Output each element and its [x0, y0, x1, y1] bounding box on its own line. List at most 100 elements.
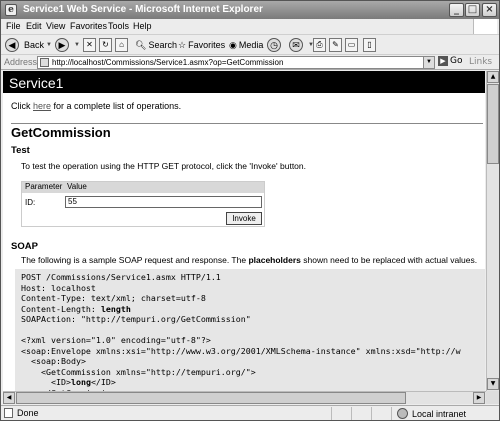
soap-description: The following is a sample SOAP request a… — [21, 255, 478, 265]
minimize-button[interactable]: _ — [449, 3, 464, 17]
parameter-column-header: Parameter — [25, 182, 63, 191]
invoke-button[interactable]: Invoke — [226, 212, 262, 225]
scroll-left-icon[interactable]: ◀ — [3, 392, 15, 404]
search-button[interactable]: 🔍︎ Search — [135, 37, 177, 53]
page-icon — [40, 58, 49, 67]
url-input[interactable]: http://localhost/Commissions/Service1.as… — [37, 56, 435, 69]
address-bar: Address http://localhost/Commissions/Ser… — [1, 55, 499, 70]
history-icon: ◷ — [267, 38, 281, 52]
horizontal-scrollbar[interactable]: ◀ ▶ — [3, 391, 486, 404]
star-icon: ☆ — [178, 39, 187, 50]
stop-button[interactable]: ✕ — [83, 37, 96, 53]
address-label: Address — [4, 57, 38, 67]
media-icon: ◉ — [229, 39, 237, 50]
mail-button[interactable]: ✉ ▼ — [289, 37, 314, 53]
menu-help[interactable]: Help — [133, 21, 152, 31]
id-label: ID: — [25, 198, 36, 207]
print-icon: ⎙ — [313, 38, 326, 52]
service-banner: Service1 — [3, 71, 485, 93]
edit-icon: ✎ — [329, 38, 342, 52]
mail-icon: ✉ — [289, 38, 303, 52]
status-separator — [371, 407, 372, 420]
status-separator — [331, 407, 332, 420]
edit-button[interactable]: ✎ — [329, 37, 342, 53]
favorites-button[interactable]: ☆ Favorites — [178, 37, 225, 53]
scroll-thumb-horizontal[interactable] — [16, 392, 406, 404]
zone-text: Local intranet — [412, 408, 467, 419]
print-button[interactable]: ⎙ — [313, 37, 326, 53]
go-button[interactable]: ▶ Go — [438, 56, 462, 66]
intranet-globe-icon — [397, 408, 408, 419]
scroll-right-icon[interactable]: ▶ — [473, 392, 485, 404]
scroll-thumb[interactable] — [487, 84, 499, 164]
home-button[interactable]: ⌂ — [115, 37, 128, 53]
page-done-icon — [4, 408, 13, 418]
history-button[interactable]: ◷ — [267, 37, 284, 53]
code-line: Host: localhost — [21, 282, 96, 293]
code-line: <ID>long</ID> — [21, 377, 116, 387]
code-line: <GetCommission xmlns="http://tempuri.org… — [21, 366, 256, 377]
chevron-down-icon[interactable]: ▼ — [423, 57, 434, 68]
test-description: To test the operation using the HTTP GET… — [21, 161, 306, 171]
discuss-button[interactable]: ▭ — [345, 37, 358, 53]
status-text: Done — [17, 408, 39, 418]
menu-tools[interactable]: Tools — [108, 21, 129, 31]
page-content: Service1 Click here for a complete list … — [3, 71, 485, 391]
ie-icon: e — [5, 4, 17, 16]
soap-heading: SOAP — [11, 241, 38, 252]
search-icon: 🔍︎ — [135, 39, 147, 50]
browser-window: e Service1 Web Service - Microsoft Inter… — [0, 0, 500, 421]
status-separator — [391, 407, 392, 420]
code-line: POST /Commissions/Service1.asmx HTTP/1.1 — [21, 272, 221, 282]
operations-intro: Click here for a complete list of operat… — [11, 101, 182, 111]
code-line: SOAPAction: "http://tempuri.org/GetCommi… — [21, 314, 251, 324]
back-button[interactable]: ◀ Back ▼ — [5, 37, 52, 53]
toolbar: ◀ Back ▼ ▶ ▼ ✕ ↻ ⌂ 🔍︎ Search ☆ Favorites… — [1, 35, 499, 55]
test-heading: Test — [11, 145, 30, 156]
code-line: Content-Length: length — [21, 303, 131, 314]
window-title: Service1 Web Service - Microsoft Interne… — [23, 4, 263, 15]
close-button[interactable]: × — [482, 3, 497, 17]
menu-edit[interactable]: Edit — [26, 21, 42, 31]
back-arrow-icon: ◀ — [5, 38, 19, 52]
operations-link[interactable]: here — [33, 101, 51, 111]
menu-file[interactable]: File — [6, 21, 21, 31]
scroll-down-icon[interactable]: ▼ — [487, 378, 499, 390]
menu-bar: File Edit View Favorites Tools Help — [1, 19, 499, 35]
menu-view[interactable]: View — [46, 21, 65, 31]
code-line: <?xml version="1.0" encoding="utf-8"?> — [21, 335, 211, 345]
go-arrow-icon: ▶ — [438, 56, 448, 66]
title-bar: e Service1 Web Service - Microsoft Inter… — [1, 1, 499, 19]
id-input[interactable]: 55 — [65, 196, 262, 208]
status-separator — [351, 407, 352, 420]
status-bar: Done Local intranet — [1, 405, 499, 420]
home-icon: ⌂ — [115, 38, 128, 52]
windows-flag-icon — [473, 19, 497, 34]
media-button[interactable]: ◉ Media — [229, 37, 263, 53]
maximize-button[interactable]: □ — [465, 3, 480, 17]
discuss-icon: ▭ — [345, 38, 358, 52]
vertical-scrollbar[interactable]: ▲ ▼ — [486, 71, 499, 391]
code-line: <soap:Envelope xmlns:xsi="http://www.w3.… — [21, 345, 461, 356]
forward-button[interactable]: ▶ ▼ — [55, 37, 80, 53]
chevron-down-icon: ▼ — [74, 42, 80, 48]
url-text: http://localhost/Commissions/Service1.as… — [52, 58, 284, 67]
messenger-icon: ▯ — [363, 38, 376, 52]
refresh-button[interactable]: ↻ — [99, 37, 112, 53]
chevron-down-icon: ▼ — [46, 42, 52, 48]
scroll-up-icon[interactable]: ▲ — [487, 71, 499, 83]
test-form: Parameter Value ID: 55 Invoke — [21, 181, 265, 227]
value-column-header: Value — [67, 182, 87, 191]
soap-code-sample: POST /Commissions/Service1.asmx HTTP/1.1… — [15, 269, 485, 391]
code-line: <soap:Body> — [21, 356, 86, 366]
links-button[interactable]: Links — [469, 57, 492, 67]
forward-arrow-icon: ▶ — [55, 38, 69, 52]
operation-title: GetCommission — [11, 125, 111, 140]
refresh-icon: ↻ — [99, 38, 112, 52]
scrollbar-corner — [486, 391, 499, 404]
menu-favorites[interactable]: Favorites — [70, 21, 107, 31]
code-line: Content-Type: text/xml; charset=utf-8 — [21, 293, 206, 303]
divider — [11, 123, 483, 124]
messenger-button[interactable]: ▯ — [363, 37, 376, 53]
